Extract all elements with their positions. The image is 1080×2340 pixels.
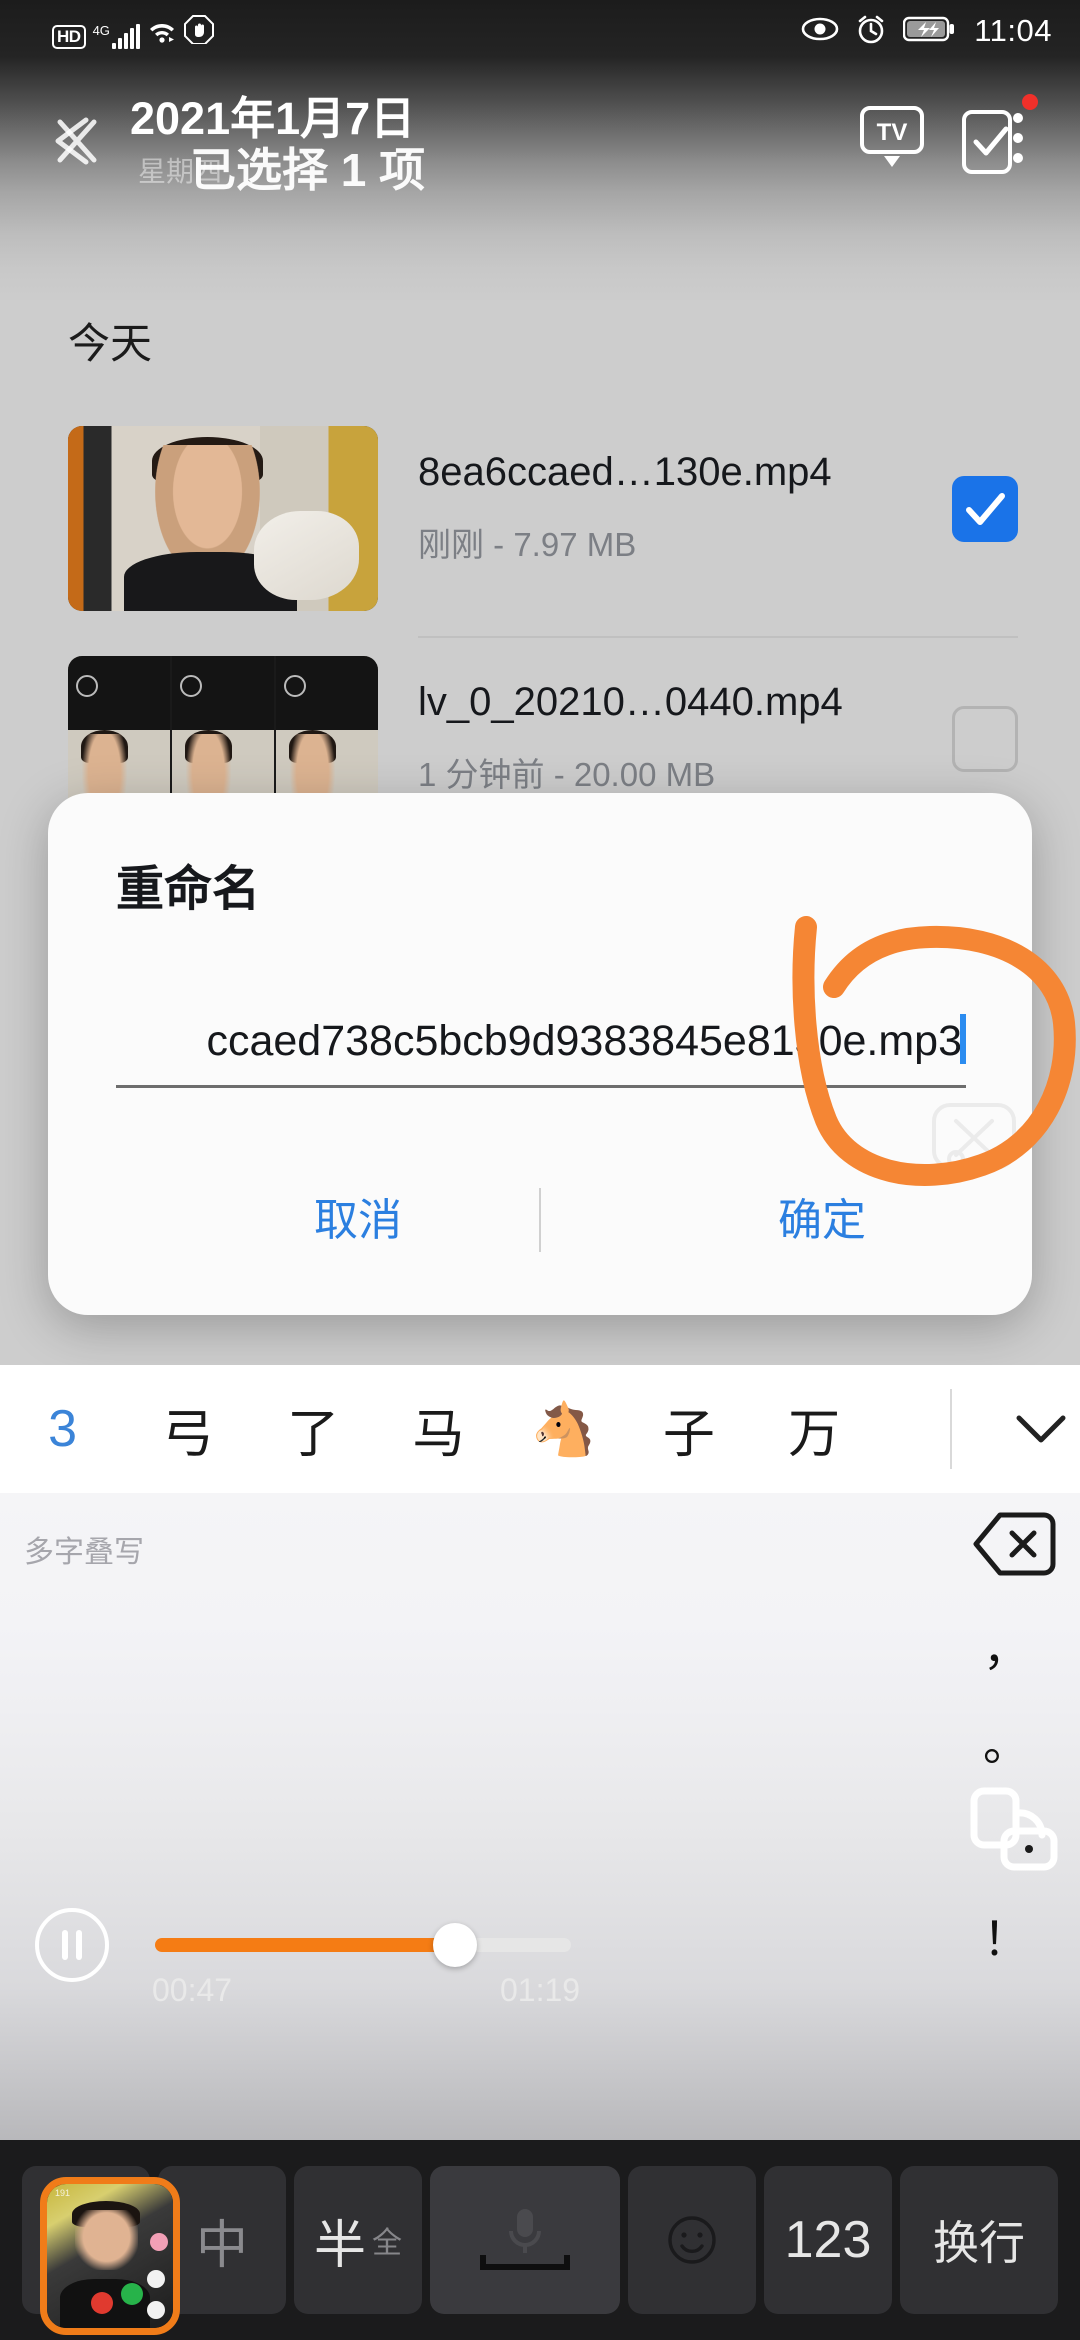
answer-call-dot <box>120 2282 143 2305</box>
text-cursor <box>960 1014 966 1064</box>
selection-count-title: 已选择 1 项 <box>190 144 426 196</box>
alarm-clock-icon <box>855 13 887 50</box>
tv-cast-icon[interactable]: TV <box>856 104 928 170</box>
candidate-bar: 3 弓 了 马 🐴 子 万 启 <box>0 1365 1080 1493</box>
battery-charging-icon <box>903 15 955 48</box>
select-all-icon[interactable] <box>960 98 1036 180</box>
video-thumbnail[interactable] <box>68 426 378 611</box>
file-name: 8ea6ccaed…130e.mp4 <box>418 450 832 494</box>
candidate-5[interactable]: 子 <box>626 1392 751 1467</box>
svg-text:TV: TV <box>877 119 908 146</box>
candidate-6[interactable]: 万 <box>752 1392 877 1467</box>
file-meta: 刚刚 - 7.97 MB <box>418 526 637 563</box>
comment-dot <box>147 2301 166 2320</box>
candidate-3[interactable]: 马 <box>376 1392 501 1467</box>
enter-newline-key[interactable]: 换行 <box>900 2166 1058 2314</box>
row-checkbox-checked[interactable] <box>952 476 1018 542</box>
table-row[interactable]: 8ea6ccaed…130e.mp4 刚刚 - 7.97 MB <box>0 408 1080 638</box>
status-bar-right: 11:04 <box>801 13 1052 50</box>
pip-badge-label: 191 <box>55 2188 71 2198</box>
status-bar-left: HD 4G <box>52 14 214 49</box>
file-meta: 1 分钟前 - 20.00 MB <box>418 756 716 793</box>
rename-input[interactable]: ccaed738c5bcb9d9383845e8130e.mp3 <box>116 1017 966 1066</box>
punctuation-comma-key[interactable]: ， <box>976 1613 1036 1679</box>
status-bar: HD 4G 11:04 <box>0 0 1080 62</box>
dialog-title: 重命名 <box>116 863 261 916</box>
candidate-0[interactable]: 3 <box>0 1399 125 1459</box>
back-arrow-icon[interactable] <box>40 104 114 178</box>
status-bar-clock: 11:04 <box>974 13 1052 48</box>
signal-bars-icon: 4G <box>92 22 140 49</box>
notification-dot <box>1022 94 1038 110</box>
punctuation-period-key[interactable]: 。 <box>976 1708 1036 1774</box>
cancel-button[interactable]: 取消 <box>208 1185 508 1257</box>
halfwidth-label: 半 <box>313 2216 366 2275</box>
wifi-icon <box>147 18 177 49</box>
row-checkbox-unchecked[interactable] <box>952 706 1018 772</box>
section-header-today: 今天 <box>68 320 153 367</box>
emoji-key[interactable] <box>628 2166 756 2314</box>
punctuation-exclamation-key[interactable]: ！ <box>976 1903 1036 1969</box>
rotate-screen-icon[interactable] <box>966 1783 1058 1875</box>
action-bar: 2021年1月7日 星期四 已选择 1 项 TV <box>0 62 1080 222</box>
scissors-crop-icon <box>926 1093 1022 1189</box>
candidate-divider <box>950 1389 952 1469</box>
hand-octagon-icon <box>183 14 214 49</box>
numeric-key[interactable]: 123 <box>764 2166 892 2314</box>
hd-badge-icon: HD <box>52 24 86 49</box>
candidate-1[interactable]: 弓 <box>125 1392 250 1467</box>
chevron-down-icon[interactable] <box>1002 1412 1080 1446</box>
halfwidth-fullwidth-key[interactable]: 半 全 <box>294 2166 422 2314</box>
fullwidth-label: 全 <box>372 2227 402 2260</box>
end-call-dot <box>90 2291 113 2314</box>
file-name: lv_0_20210…0440.mp4 <box>418 680 843 724</box>
signal-strength-bars <box>111 23 140 49</box>
rename-input-wrapper[interactable]: ccaed738c5bcb9d9383845e8130e.mp3 <box>116 993 966 1088</box>
dialog-button-separator <box>539 1188 541 1252</box>
handwriting-hint: 多字叠写 <box>24 1536 144 1569</box>
avatar-dot <box>149 2232 168 2251</box>
backspace-icon[interactable] <box>972 1509 1056 1579</box>
eye-icon <box>801 16 839 47</box>
rename-dialog: 重命名 ccaed738c5bcb9d9383845e8130e.mp3 取消 … <box>48 793 1032 1315</box>
phone-screen: HD 4G 11:04 2021年1月7日 星期四 已选择 1 项 TV 今天 … <box>0 0 1080 2340</box>
confirm-button[interactable]: 确定 <box>672 1185 972 1257</box>
network-type-label: 4G <box>92 22 110 38</box>
space-key[interactable] <box>430 2166 620 2314</box>
candidate-2[interactable]: 了 <box>251 1392 376 1467</box>
candidate-4-emoji[interactable]: 🐴 <box>501 1399 626 1460</box>
heart-dot <box>147 2269 166 2288</box>
input-underline <box>116 1085 966 1088</box>
pip-video-thumbnail[interactable]: 191 <box>40 2177 180 2335</box>
